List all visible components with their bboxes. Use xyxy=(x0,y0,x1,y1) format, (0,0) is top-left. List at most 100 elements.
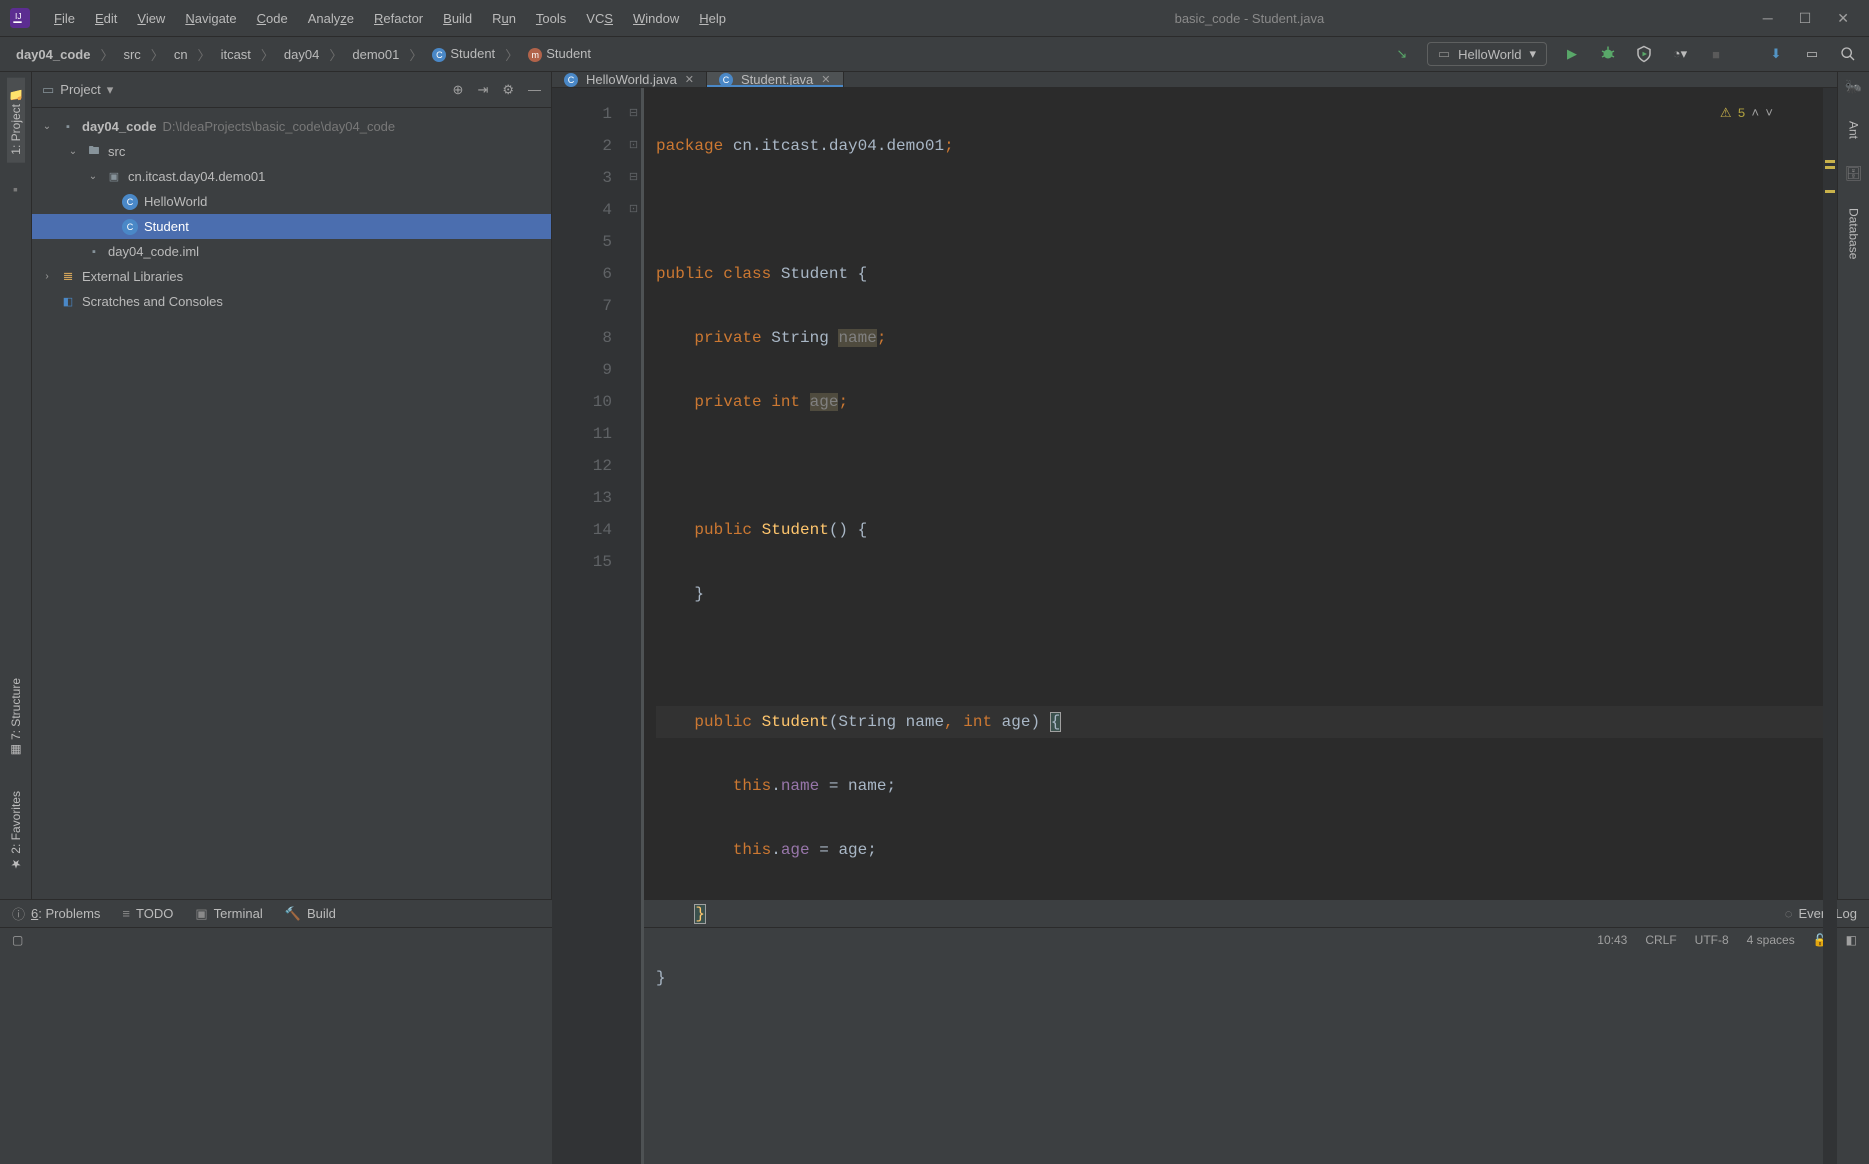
crumb-method[interactable]: mStudent xyxy=(522,46,597,62)
project-panel-title[interactable]: Project xyxy=(60,82,100,97)
line-number[interactable]: 10 xyxy=(552,386,612,418)
git-update-icon[interactable]: ⬇ xyxy=(1765,43,1787,65)
bottom-tab-build[interactable]: 🔨Build xyxy=(285,906,336,922)
tree-row-root[interactable]: ⌄ ▪ day04_code D:\IdeaProjects\basic_cod… xyxy=(32,114,551,139)
menu-navigate[interactable]: Navigate xyxy=(175,7,246,30)
window-close-icon[interactable]: ✕ xyxy=(1837,10,1849,27)
search-icon[interactable] xyxy=(1837,43,1859,65)
debug-button[interactable] xyxy=(1597,43,1619,65)
crumb-root[interactable]: day04_code xyxy=(10,47,96,62)
menu-vcs[interactable]: VCS xyxy=(576,7,623,30)
crumb-itcast[interactable]: itcast xyxy=(215,47,257,62)
chevron-down-icon[interactable]: ⌄ xyxy=(66,146,80,157)
line-number[interactable]: 1 xyxy=(552,98,612,130)
line-number[interactable]: 8 xyxy=(552,322,612,354)
status-tool-windows-icon[interactable]: ▢ xyxy=(12,933,23,947)
line-number[interactable]: 13 xyxy=(552,482,612,514)
menu-build[interactable]: Build xyxy=(433,7,482,30)
fold-collapse-icon[interactable]: ⊟ xyxy=(626,98,641,130)
code-content[interactable]: package cn.itcast.day04.demo01; public c… xyxy=(644,88,1823,1164)
editor-tab-helloworld[interactable]: C HelloWorld.java ✕ xyxy=(552,72,707,87)
hide-icon[interactable]: — xyxy=(528,82,541,98)
collapse-icon[interactable]: ⇥ xyxy=(477,82,488,98)
tree-row-src[interactable]: ⌄ 🖿 src xyxy=(32,139,551,164)
build-icon[interactable]: ↘ xyxy=(1391,43,1413,65)
bottom-tab-problems[interactable]: ⓘ6: 6: ProblemsProblems xyxy=(12,904,100,923)
bottom-tab-terminal[interactable]: ▣Terminal xyxy=(195,906,262,922)
line-number[interactable]: 5 xyxy=(552,226,612,258)
line-number[interactable]: 2 xyxy=(552,130,612,162)
tree-row-scratches[interactable]: ◧ Scratches and Consoles xyxy=(32,289,551,314)
chevron-down-icon[interactable]: ▾ xyxy=(107,82,114,98)
inspection-badge[interactable]: ⚠ 5 ˄ ˅ xyxy=(1720,98,1773,130)
fold-end-icon[interactable]: ⊡ xyxy=(626,130,641,162)
crumb-demo01[interactable]: demo01 xyxy=(346,47,405,62)
chevron-down-icon[interactable]: ⌄ xyxy=(40,121,54,132)
line-number[interactable]: 11 xyxy=(552,418,612,450)
sidebar-icon[interactable]: ▪ xyxy=(13,181,18,197)
chevron-down-icon[interactable]: ⌄ xyxy=(86,171,100,182)
prev-warning-icon[interactable]: ˄ xyxy=(1751,98,1759,130)
sidebar-tab-structure[interactable]: ▦ 7: Structure xyxy=(7,670,25,765)
project-tree[interactable]: ⌄ ▪ day04_code D:\IdeaProjects\basic_cod… xyxy=(32,108,551,320)
stripe-marker-warn[interactable] xyxy=(1825,160,1835,163)
profile-button[interactable]: ◔▾ xyxy=(1669,43,1691,65)
menu-file[interactable]: File xyxy=(44,7,85,30)
stripe-marker-warn[interactable] xyxy=(1825,190,1835,193)
line-number-gutter[interactable]: 1 2 3 4 5 6 7 8 9 10 11 12 13 14 15 xyxy=(552,88,626,1164)
fold-collapse-icon[interactable]: ⊟ xyxy=(626,162,641,194)
menu-tools[interactable]: Tools xyxy=(526,7,576,30)
next-warning-icon[interactable]: ˅ xyxy=(1765,98,1773,130)
run-button[interactable]: ▶ xyxy=(1561,43,1583,65)
crumb-src[interactable]: src xyxy=(117,47,146,62)
tree-row-iml[interactable]: ▪ day04_code.iml xyxy=(32,239,551,264)
stripe-marker-warn[interactable] xyxy=(1825,166,1835,169)
sidebar-tab-favorites[interactable]: ★ 2: Favorites xyxy=(7,783,25,879)
tree-row-class-student[interactable]: C Student xyxy=(32,214,551,239)
sidebar-tab-project[interactable]: 1: Project 📁 xyxy=(7,78,25,163)
line-number[interactable]: 14 xyxy=(552,514,612,546)
breadcrumb[interactable]: day04_code 〉 src 〉 cn 〉 itcast 〉 day04 〉… xyxy=(10,45,597,64)
menu-refactor[interactable]: Refactor xyxy=(364,7,433,30)
line-number[interactable]: 12 xyxy=(552,450,612,482)
line-number[interactable]: 15 xyxy=(552,546,612,578)
sidebar-tab-ant[interactable]: Ant xyxy=(1845,113,1863,147)
locate-icon[interactable]: ⊕ xyxy=(453,82,464,98)
window-maximize-icon[interactable]: ☐ xyxy=(1799,10,1812,27)
tree-row-external-libraries[interactable]: › 𝌆 External Libraries xyxy=(32,264,551,289)
line-number[interactable]: 4 xyxy=(552,194,612,226)
tree-row-package[interactable]: ⌄ ▣ cn.itcast.day04.demo01 xyxy=(32,164,551,189)
search-everywhere-icon[interactable]: ▭ xyxy=(1801,43,1823,65)
tree-row-class-helloworld[interactable]: C HelloWorld xyxy=(32,189,551,214)
sidebar-tab-database[interactable]: Database xyxy=(1845,200,1863,267)
fold-end-icon[interactable]: ⊡ xyxy=(626,194,641,226)
menu-view[interactable]: View xyxy=(127,7,175,30)
editor-body[interactable]: 1 2 3 4 5 6 7 8 9 10 11 12 13 14 15 ⊟ ⊡ xyxy=(552,88,1837,1164)
database-icon[interactable]: 🗄 xyxy=(1845,165,1863,182)
bottom-tab-todo[interactable]: ≡TODO xyxy=(122,906,173,921)
window-minimize-icon[interactable]: ─ xyxy=(1763,10,1773,27)
chevron-right-icon[interactable]: › xyxy=(40,271,54,282)
run-config-selector[interactable]: ▭ HelloWorld ▾ xyxy=(1427,42,1547,66)
close-icon[interactable]: ✕ xyxy=(685,73,694,86)
fold-gutter[interactable]: ⊟ ⊡ ⊟ ⊡ xyxy=(626,88,644,1164)
menu-analyze[interactable]: Analyze xyxy=(298,7,364,30)
line-number[interactable]: 3 xyxy=(552,162,612,194)
crumb-class[interactable]: CStudent xyxy=(426,46,501,62)
crumb-cn[interactable]: cn xyxy=(168,47,194,62)
menu-code[interactable]: Code xyxy=(247,7,298,30)
menu-edit[interactable]: Edit xyxy=(85,7,127,30)
menu-help[interactable]: Help xyxy=(689,7,736,30)
menu-run[interactable]: Run xyxy=(482,7,526,30)
error-stripe[interactable] xyxy=(1823,88,1837,1164)
menu-window[interactable]: Window xyxy=(623,7,689,30)
coverage-button[interactable] xyxy=(1633,43,1655,65)
line-number[interactable]: 9 xyxy=(552,354,612,386)
line-number[interactable]: 6 xyxy=(552,258,612,290)
ant-icon[interactable]: 🐜 xyxy=(1845,78,1862,95)
crumb-day04[interactable]: day04 xyxy=(278,47,325,62)
status-notifications-icon[interactable]: ◧ xyxy=(1846,933,1857,947)
line-number[interactable]: 7 xyxy=(552,290,612,322)
stop-button[interactable]: ■ xyxy=(1705,43,1727,65)
gear-icon[interactable]: ⚙ xyxy=(502,82,514,98)
